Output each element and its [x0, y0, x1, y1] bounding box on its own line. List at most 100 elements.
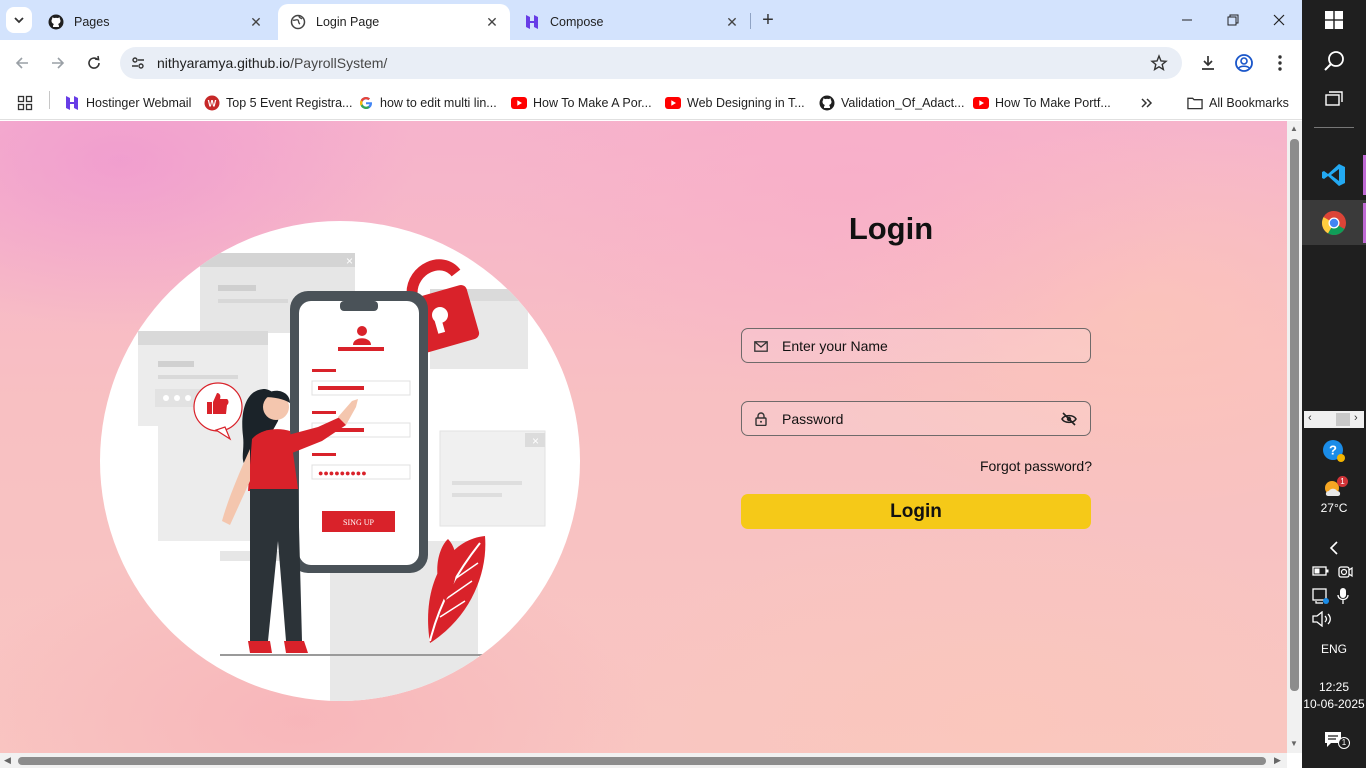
- download-icon[interactable]: [1196, 51, 1220, 75]
- tab-separator: [750, 13, 751, 29]
- url-text[interactable]: nithyaramya.github.io/PayrollSystem/: [157, 55, 387, 71]
- bookmark-item[interactable]: W Top 5 Event Registra...: [204, 92, 352, 114]
- tab-title: Compose: [550, 15, 604, 29]
- clock-date[interactable]: 10-06-2025: [1302, 697, 1366, 711]
- address-bar[interactable]: nithyaramya.github.io/PayrollSystem/: [120, 47, 1182, 79]
- github-icon: [48, 14, 64, 30]
- apps-grid-button[interactable]: [17, 92, 33, 114]
- forgot-password-link[interactable]: Forgot password?: [960, 458, 1092, 474]
- menu-kebab-icon[interactable]: [1268, 51, 1292, 75]
- browser-window: Pages ✕ Login Page ✕ Compose ✕ + nithyar…: [0, 0, 1302, 768]
- help-button[interactable]: ?: [1302, 438, 1366, 464]
- camera-icon[interactable]: [1336, 564, 1354, 580]
- illustration-signup-label: SING UP: [343, 518, 374, 527]
- tab-login-page[interactable]: Login Page ✕: [278, 4, 510, 40]
- page-title: Login: [848, 211, 934, 246]
- folder-icon: [1187, 95, 1203, 111]
- apps-grid-icon: [17, 95, 33, 111]
- vertical-scrollbar[interactable]: ▲ ▼: [1287, 121, 1302, 753]
- login-illustration: × × ●●●●●●●●● SING UP: [100, 221, 580, 701]
- tab-pages[interactable]: Pages ✕: [36, 4, 274, 40]
- network-icon[interactable]: [1312, 587, 1330, 605]
- name-input[interactable]: [782, 335, 1062, 357]
- bookmark-item[interactable]: Validation_Of_Adact...: [819, 92, 964, 114]
- bookmark-label: Hostinger Webmail: [86, 96, 192, 110]
- chevron-left-icon: [1329, 541, 1338, 555]
- reload-icon: [88, 55, 100, 69]
- mail-icon: [753, 338, 769, 354]
- scroll-down-icon[interactable]: ▼: [1290, 739, 1298, 748]
- scroll-up-icon[interactable]: ▲: [1290, 124, 1298, 133]
- bookmarks-overflow-button[interactable]: [1140, 92, 1154, 114]
- google-icon: [358, 95, 374, 111]
- chevron-right-icon[interactable]: ›: [1354, 412, 1358, 424]
- search-button[interactable]: [1302, 48, 1366, 74]
- bookmark-item[interactable]: how to edit multi lin...: [358, 92, 497, 114]
- taskbar-scroll-control[interactable]: ‹ ›: [1304, 411, 1364, 428]
- taskbar-scroll-thumb[interactable]: [1336, 413, 1350, 426]
- bookmark-star-icon[interactable]: [1150, 54, 1168, 75]
- restore-button[interactable]: [1210, 6, 1256, 34]
- w-icon: W: [204, 95, 220, 111]
- all-bookmarks-button[interactable]: All Bookmarks: [1187, 92, 1289, 114]
- forward-button[interactable]: [44, 49, 72, 77]
- windows-start-button[interactable]: [1302, 8, 1366, 32]
- chrome-icon: [1321, 210, 1346, 235]
- task-view-icon: [1325, 91, 1343, 106]
- bookmark-item[interactable]: How To Make Portf...: [973, 92, 1111, 114]
- vertical-scroll-thumb[interactable]: [1290, 139, 1299, 691]
- notification-center-button[interactable]: 1: [1302, 728, 1366, 752]
- show-hidden-icons-button[interactable]: [1302, 540, 1366, 556]
- close-icon[interactable]: ✕: [248, 14, 264, 30]
- name-field[interactable]: [741, 328, 1091, 363]
- close-icon[interactable]: ✕: [484, 14, 500, 30]
- clock-time[interactable]: 12:25: [1302, 680, 1366, 694]
- weather-widget[interactable]: 1: [1302, 476, 1366, 500]
- new-tab-button[interactable]: +: [757, 9, 779, 31]
- page-viewport: × × ●●●●●●●●● SING UP Login Enter your N…: [0, 121, 1287, 753]
- language-indicator[interactable]: ENG: [1302, 642, 1366, 656]
- close-window-button[interactable]: [1256, 6, 1302, 34]
- reload-button[interactable]: [80, 49, 108, 77]
- eye-slash-icon[interactable]: [1060, 411, 1078, 427]
- weather-badge: 1: [1337, 476, 1348, 487]
- back-button[interactable]: [8, 49, 36, 77]
- tab-compose[interactable]: Compose ✕: [512, 4, 750, 40]
- login-button[interactable]: Login: [741, 494, 1091, 529]
- profile-icon[interactable]: [1232, 51, 1256, 75]
- microphone-icon[interactable]: [1336, 587, 1354, 605]
- restore-icon: [1227, 14, 1239, 26]
- search-icon: [1324, 51, 1344, 71]
- scroll-right-icon[interactable]: ▶: [1274, 755, 1281, 766]
- battery-icon[interactable]: [1312, 564, 1330, 580]
- horizontal-scroll-thumb[interactable]: [18, 757, 1266, 765]
- speaker-icon[interactable]: [1312, 610, 1334, 629]
- password-field[interactable]: [741, 401, 1091, 436]
- browser-toolbar: nithyaramya.github.io/PayrollSystem/: [0, 40, 1302, 86]
- chevron-left-icon[interactable]: ‹: [1308, 412, 1312, 424]
- all-bookmarks-label: All Bookmarks: [1209, 96, 1289, 110]
- bookmark-item[interactable]: Hostinger Webmail: [64, 92, 191, 114]
- chrome-app-button[interactable]: [1302, 200, 1366, 245]
- bookmarks-separator: [49, 91, 50, 109]
- close-icon[interactable]: ✕: [724, 14, 740, 30]
- help-icon: ?: [1323, 440, 1345, 462]
- bookmark-item[interactable]: How To Make A Por...: [511, 92, 652, 114]
- site-info-icon[interactable]: [126, 51, 150, 75]
- bookmark-label: How To Make Portf...: [995, 96, 1111, 110]
- tab-search-button[interactable]: [6, 7, 32, 33]
- minimize-button[interactable]: [1164, 6, 1210, 34]
- task-view-button[interactable]: [1302, 88, 1366, 112]
- url-host: nithyaramya.github.io: [157, 55, 291, 71]
- scroll-left-icon[interactable]: ◀: [4, 755, 11, 766]
- minimize-icon: [1182, 19, 1192, 21]
- bookmarks-bar: Hostinger Webmail W Top 5 Event Registra…: [0, 86, 1302, 120]
- password-input[interactable]: [782, 408, 1062, 430]
- notification-count-badge: 1: [1338, 737, 1350, 749]
- window-close-icon: ×: [346, 254, 353, 268]
- bookmark-item[interactable]: Web Designing in T...: [665, 92, 805, 114]
- url-path: /PayrollSystem/: [290, 55, 388, 71]
- horizontal-scrollbar[interactable]: ◀ ▶: [0, 753, 1287, 768]
- taskbar-divider: [1314, 127, 1354, 128]
- vscode-app-button[interactable]: [1302, 152, 1366, 198]
